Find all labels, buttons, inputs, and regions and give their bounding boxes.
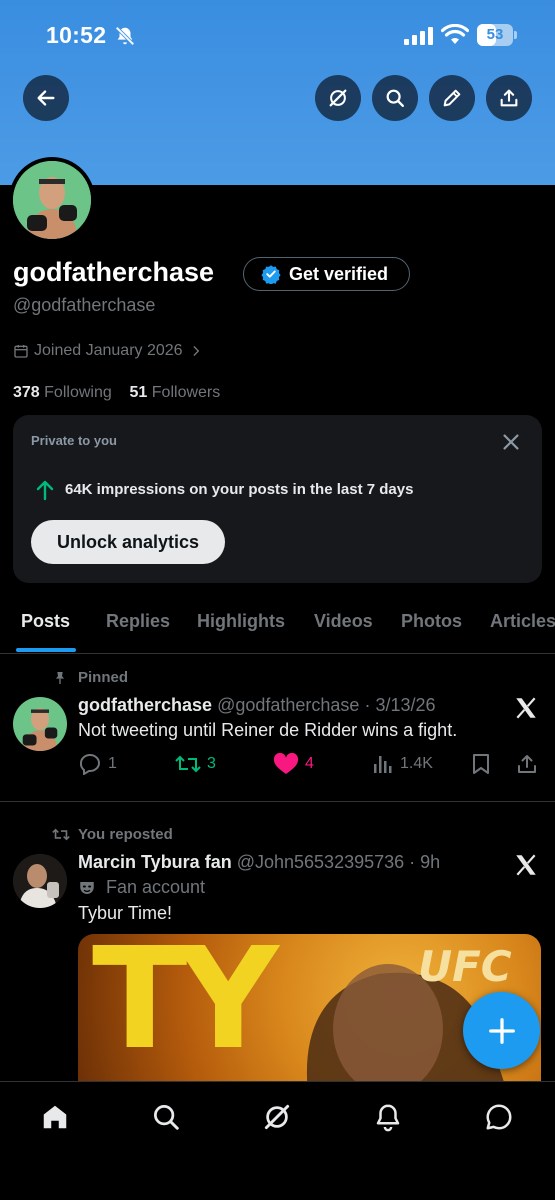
tab-replies[interactable]: Replies [106,611,170,632]
views-icon [374,756,392,773]
profile-avatar[interactable] [9,157,95,243]
repost-icon [52,828,70,841]
pinned-label: Pinned [52,669,128,686]
grok-button[interactable] [315,75,361,121]
post-text: Not tweeting until Reiner de Ridder wins… [78,720,458,740]
repost-icon [175,755,201,773]
profile-name: godfatherchase [13,257,215,287]
compose-button[interactable] [463,992,540,1069]
wifi-icon [441,24,469,44]
followers-link[interactable]: 51 Followers [130,384,221,401]
post-text: Tybur Time! [78,903,173,923]
calendar-icon [14,345,28,358]
like-button[interactable]: 4 [273,753,314,775]
impressions-text: 64K impressions on your posts in the las… [65,481,414,498]
joined-label: Joined January 2026 [34,342,183,359]
profile-handle: @godfatherchase [13,295,156,315]
x-logo-icon[interactable] [513,852,539,878]
views-button[interactable]: 1.4K [372,753,433,775]
active-tab-indicator [16,648,76,652]
tab-articles[interactable]: Articles [490,611,555,632]
avatar-photo [13,161,91,239]
back-button[interactable] [23,75,69,121]
chevron-right-icon [193,346,199,356]
pin-icon [56,671,64,684]
following-count: 378 [13,384,40,401]
status-bar: 10:52 53 [0,0,555,70]
bottom-navigation [0,1081,555,1200]
reply-count: 1 [108,755,117,772]
repost-count: 3 [207,755,216,772]
post-date: · 3/13/26 [364,695,436,715]
search-button[interactable] [372,75,418,121]
battery-percent: 53 [486,26,504,43]
tab-videos[interactable]: Videos [314,611,373,632]
share-button[interactable] [486,75,532,121]
plus-icon [488,1017,515,1044]
verified-icon [261,265,281,284]
chat-icon[interactable] [484,1102,514,1132]
tab-photos[interactable]: Photos [401,611,462,632]
media-text-ty: TY [92,934,279,1081]
post-header: Marcin Tybura fan @John56532395736 · 9h [78,852,440,873]
signal-icon [404,27,433,45]
post-date: · 9h [409,852,441,872]
bell-muted-icon [115,26,135,46]
profile-tabs: Posts Replies Highlights Videos Photos A… [0,600,555,654]
joined-date[interactable]: Joined January 2026 [13,342,208,360]
post-header: godfatherchase @godfatherchase · 3/13/26 [78,695,436,716]
grok-icon [329,89,347,107]
following-label: Following [44,384,112,401]
following-link[interactable]: 378 Following [13,384,112,401]
grok-icon[interactable] [262,1102,292,1132]
post-divider [0,801,555,802]
share-icon[interactable] [515,752,539,776]
get-verified-button[interactable]: Get verified [243,257,410,291]
followers-count: 51 [129,384,148,401]
tab-highlights[interactable]: Highlights [197,611,285,632]
heart-icon [273,753,299,774]
views-count: 1.4K [400,755,433,772]
analytics-card: Private to you 64K impressions on your p… [13,415,542,583]
close-icon[interactable] [500,431,522,453]
search-icon[interactable] [151,1102,181,1132]
bell-icon[interactable] [373,1102,403,1132]
repost-button[interactable]: 3 [175,753,216,775]
post-author-handle: @godfatherchase [217,695,360,715]
post-author-avatar[interactable] [13,697,67,751]
back-arrow-icon [37,90,55,106]
battery-indicator: 53 [477,24,517,46]
post-author-avatar[interactable] [13,854,67,908]
edit-button[interactable] [429,75,475,121]
followers-label: Followers [151,384,221,401]
media-text-ufc: UFC [418,942,512,991]
like-count: 4 [305,755,314,772]
reply-icon [79,754,100,775]
tab-posts[interactable]: Posts [21,611,70,632]
status-time: 10:52 [46,22,107,48]
bookmark-icon[interactable] [470,753,492,775]
reply-button[interactable]: 1 [78,753,117,775]
search-icon [386,89,404,107]
share-icon [500,89,518,107]
post-author-name[interactable]: godfatherchase [78,695,212,715]
arrow-up-icon [36,480,54,501]
edit-icon [443,89,461,107]
avatar-photo [13,854,67,908]
repost-context-label: You reposted [52,826,173,843]
private-label: Private to you [31,433,117,448]
unlock-analytics-button[interactable]: Unlock analytics [31,520,225,564]
post-author-handle: @John56532395736 [236,852,405,872]
home-icon[interactable] [40,1102,70,1132]
fan-account-badge: Fan account [78,877,205,898]
post-author-name[interactable]: Marcin Tybura fan [78,852,232,872]
mask-icon [80,881,94,894]
get-verified-label: Get verified [289,263,389,284]
x-logo-icon[interactable] [513,695,539,721]
avatar-photo [13,697,67,751]
pinned-post[interactable]: Pinned godfatherchase @godfatherchase · … [0,655,555,800]
follow-stats: 378 Following 51 Followers [13,384,220,402]
